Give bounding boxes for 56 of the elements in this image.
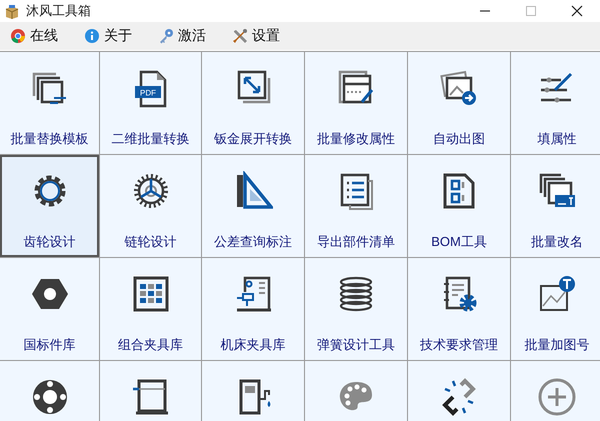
cylinder-icon: [130, 377, 170, 417]
image-export-icon: [439, 68, 479, 108]
tile-label: 弹簧设计工具: [317, 336, 395, 354]
tile-label: 填属性: [538, 130, 576, 148]
tool-tile[interactable]: 链轮设计: [100, 155, 201, 257]
tile-label: BOM工具: [431, 233, 487, 251]
close-icon: [571, 5, 583, 17]
tile-label: 机床夹具库: [220, 336, 286, 354]
tile-label: 技术要求管理: [420, 336, 498, 354]
globe-icon: [10, 28, 26, 44]
tile-label: 批量修改属性: [317, 130, 395, 148]
image-badge-icon: [537, 274, 577, 314]
tile-label: 批量改名: [531, 233, 583, 251]
tile-label: 批量替换模板: [10, 130, 88, 148]
tool-tile[interactable]: 自动出图: [408, 52, 510, 154]
tile-label: 钣金展开转换: [214, 130, 292, 148]
tool-tile[interactable]: 钣金展开转换: [202, 52, 304, 154]
tools-icon: [232, 28, 248, 44]
tile-label: 公差查询标注: [214, 233, 292, 251]
tool-tile[interactable]: 导出部件清单: [305, 155, 407, 257]
tile-label: 齿轮设计: [24, 233, 76, 251]
tile-label: 批量加图号: [524, 336, 590, 354]
tool-tile[interactable]: 齿轮设计: [0, 155, 99, 257]
key-icon: [158, 28, 174, 44]
menu-item[interactable]: 设置: [230, 25, 282, 47]
tile-label: 组合夹具库: [118, 336, 183, 354]
tool-tile[interactable]: 弹簧设计工具: [305, 258, 407, 360]
tile-label: 链轮设计: [124, 233, 176, 251]
menu-item[interactable]: 在线: [8, 25, 60, 47]
tool-tile[interactable]: 国标件库: [0, 258, 99, 360]
tool-tile[interactable]: 组合夹具库: [100, 258, 201, 360]
tile-label: 自动出图: [433, 130, 485, 148]
menu-item[interactable]: 关于: [82, 25, 134, 47]
tool-tile[interactable]: 机床夹具库: [202, 258, 304, 360]
grid-fixture-icon: [130, 274, 170, 314]
tool-tile[interactable]: 公差查询标注: [202, 155, 304, 257]
window-title: 沐风工具箱: [26, 2, 92, 20]
maximize-icon: [525, 5, 537, 17]
pdf-label: PDF: [140, 88, 156, 98]
plus-circle-icon: [537, 377, 577, 417]
tile-label: 国标件库: [24, 336, 76, 354]
info-icon: [84, 28, 100, 44]
tool-tile[interactable]: 技术要求管理: [408, 258, 510, 360]
tool-tile[interactable]: 填属性: [511, 52, 600, 154]
tool-tile[interactable]: 批量加图号: [511, 258, 600, 360]
tool-tile[interactable]: 批量改名: [511, 155, 600, 257]
tool-tile[interactable]: 批量修改属性: [305, 52, 407, 154]
tool-tile[interactable]: PDF 二维批量转换: [100, 52, 201, 154]
menu-item[interactable]: 激活: [156, 25, 208, 47]
tile-label: 二维批量转换: [112, 130, 190, 148]
document-icon: [139, 70, 166, 108]
toolbox-icon: [4, 3, 20, 19]
tool-tile[interactable]: 批量替换模板: [0, 52, 99, 154]
tile-label: 导出部件清单: [317, 233, 395, 251]
tool-tile[interactable]: BOM工具: [408, 155, 510, 257]
pdf-badge-background: [134, 86, 160, 98]
